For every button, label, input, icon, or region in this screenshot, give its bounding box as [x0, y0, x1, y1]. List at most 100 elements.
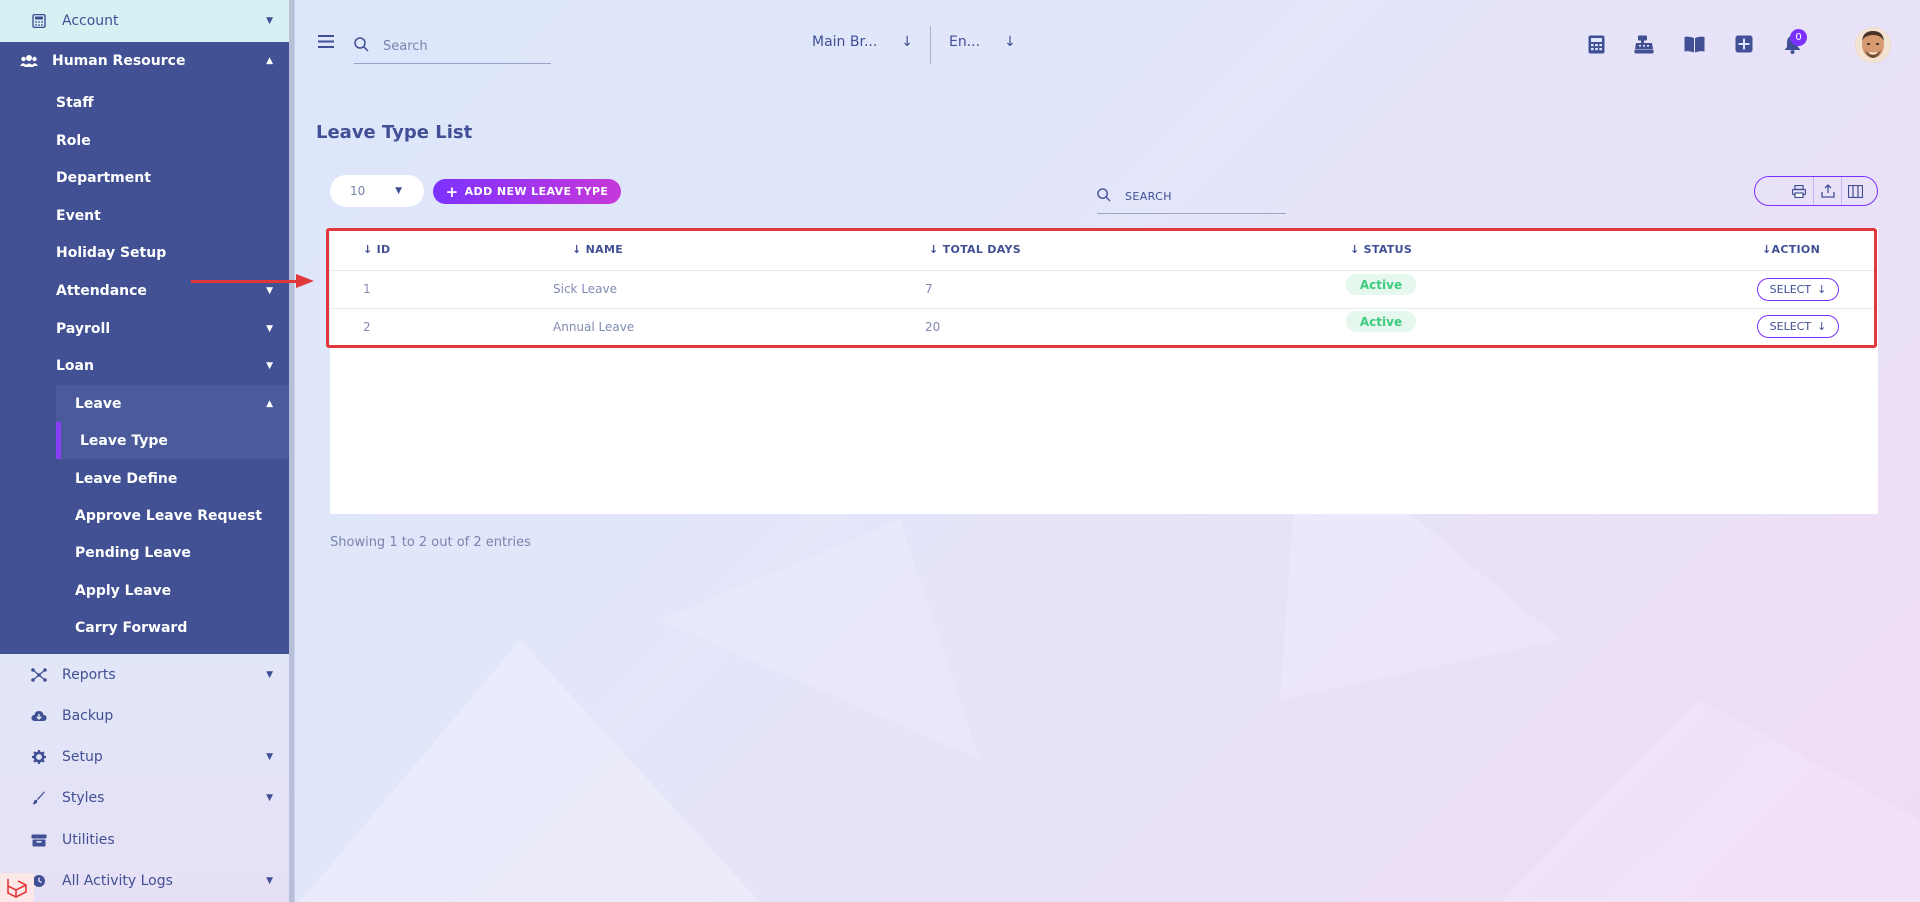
caret-down-icon: ▼ — [395, 186, 402, 196]
add-button-label: ADD NEW LEAVE TYPE — [464, 185, 609, 198]
gear-icon — [30, 748, 48, 766]
per-page-select[interactable]: 10 ▼ — [330, 175, 424, 207]
sidebar-scrollbar[interactable] — [289, 0, 294, 902]
sidebar-item-label: Leave Type — [80, 432, 168, 449]
search-icon — [354, 37, 369, 56]
sidebar-item-pending-leave[interactable]: Pending Leave — [0, 534, 294, 571]
entries-info: Showing 1 to 2 out of 2 entries — [330, 535, 531, 550]
sidebar: Account ▼ Human Resource ▲ Staff Role De… — [0, 0, 295, 902]
sidebar-item-reports[interactable]: Reports ▼ — [0, 656, 294, 694]
sidebar-item-leave[interactable]: Leave ▲ — [56, 385, 294, 422]
notification-badge: 0 — [1790, 29, 1807, 46]
sidebar-item-label: Setup — [62, 749, 103, 765]
search-icon — [1097, 187, 1111, 206]
caret-down-icon: ▼ — [266, 876, 273, 886]
caret-down-icon: ▼ — [266, 16, 273, 26]
caret-down-icon: ▼ — [266, 285, 273, 296]
box-icon — [30, 831, 48, 849]
sidebar-item-all-activity-logs[interactable]: All Activity Logs ▼ — [0, 862, 294, 900]
branch-select[interactable]: Main Br... ↓ — [812, 34, 913, 50]
upload-icon — [1820, 184, 1835, 198]
caret-down-icon: ▼ — [266, 793, 273, 803]
highlight-box — [326, 228, 1877, 348]
sidebar-item-label: Apply Leave — [75, 582, 172, 599]
sidebar-item-label: Utilities — [62, 832, 115, 848]
search-input[interactable] — [383, 39, 543, 54]
sidebar-item-label: Department — [56, 169, 151, 186]
sidebar-item-label: Role — [56, 132, 91, 149]
sidebar-item-leave-define[interactable]: Leave Define — [0, 460, 294, 497]
page-title: Leave Type List — [316, 122, 473, 143]
sidebar-item-label: Reports — [62, 667, 116, 683]
sidebar-item-setup[interactable]: Setup ▼ — [0, 738, 294, 776]
branch-value: Main Br... — [812, 34, 878, 50]
sidebar-item-label: Leave Define — [75, 470, 178, 487]
reports-icon — [30, 666, 48, 684]
sidebar-item-loan[interactable]: Loan ▼ — [0, 347, 294, 384]
caret-down-icon: ▼ — [266, 323, 273, 334]
menu-toggle-icon[interactable] — [317, 32, 335, 50]
sidebar-item-label: Pending Leave — [75, 544, 191, 561]
sidebar-item-account[interactable]: Account ▼ — [0, 2, 294, 40]
columns-button[interactable] — [1841, 177, 1869, 205]
sidebar-item-human-resource[interactable]: Human Resource ▲ — [0, 42, 294, 80]
sidebar-item-leave-type[interactable]: Leave Type — [56, 422, 294, 459]
caret-up-icon: ▲ — [266, 398, 273, 409]
sidebar-item-utilities[interactable]: Utilities — [0, 821, 294, 859]
sidebar-item-approve-leave-request[interactable]: Approve Leave Request — [0, 497, 294, 534]
calculator-icon — [30, 12, 48, 30]
sidebar-item-holiday-setup[interactable]: Holiday Setup — [0, 234, 294, 271]
table-search — [1097, 180, 1286, 214]
sidebar-item-label: Payroll — [56, 320, 111, 337]
plus-square-icon[interactable] — [1732, 33, 1756, 55]
caret-up-icon: ▲ — [266, 56, 273, 66]
language-value: En... — [949, 34, 981, 50]
language-select[interactable]: En... ↓ — [949, 34, 1016, 50]
arrow-down-icon: ↓ — [1004, 34, 1016, 50]
sidebar-item-label: Loan — [56, 357, 94, 374]
sidebar-item-department[interactable]: Department — [0, 159, 294, 196]
cash-register-icon[interactable] — [1632, 33, 1656, 55]
caret-down-icon: ▼ — [266, 752, 273, 762]
sidebar-item-label: Leave — [75, 395, 122, 412]
sidebar-item-apply-leave[interactable]: Apply Leave — [0, 572, 294, 609]
sidebar-item-payroll[interactable]: Payroll ▼ — [0, 310, 294, 347]
arrow-down-icon: ↓ — [901, 34, 914, 50]
caret-down-icon: ▼ — [266, 670, 273, 680]
sidebar-item-label: Holiday Setup — [56, 244, 167, 261]
sidebar-item-label: All Activity Logs — [62, 873, 173, 889]
sidebar-item-label: Account — [62, 13, 119, 29]
sidebar-item-attendance[interactable]: Attendance ▼ — [0, 272, 294, 309]
per-page-value: 10 — [350, 184, 366, 198]
sidebar-item-styles[interactable]: Styles ▼ — [0, 779, 294, 817]
brush-icon — [30, 789, 48, 807]
plus-icon: + — [445, 182, 459, 201]
columns-icon — [1848, 184, 1863, 198]
book-icon[interactable] — [1682, 33, 1706, 55]
add-new-leave-type-button[interactable]: + ADD NEW LEAVE TYPE — [433, 179, 621, 204]
annotation-arrow-head — [296, 274, 314, 288]
header-search — [354, 30, 551, 64]
sidebar-item-role[interactable]: Role — [0, 122, 294, 159]
caret-down-icon: ▼ — [266, 360, 273, 371]
sidebar-item-label: Styles — [62, 790, 105, 806]
annotation-arrow — [191, 280, 299, 283]
export-button[interactable] — [1813, 177, 1841, 205]
sidebar-item-label: Staff — [56, 94, 94, 111]
laravel-logo-icon — [0, 873, 34, 902]
sidebar-item-event[interactable]: Event — [0, 197, 294, 234]
header-divider — [930, 26, 931, 64]
table-tools — [1754, 176, 1878, 206]
sidebar-item-backup[interactable]: Backup — [0, 697, 294, 735]
sidebar-item-label: Carry Forward — [75, 619, 188, 636]
print-icon — [1792, 184, 1806, 198]
print-button[interactable] — [1785, 177, 1813, 205]
users-icon — [20, 52, 38, 70]
sidebar-item-label: Approve Leave Request — [75, 507, 263, 524]
cloud-icon — [30, 707, 48, 725]
avatar[interactable] — [1855, 27, 1891, 63]
table-search-input[interactable] — [1125, 190, 1275, 203]
calculator-icon[interactable] — [1584, 33, 1608, 55]
sidebar-item-staff[interactable]: Staff — [0, 84, 294, 121]
sidebar-item-carry-forward[interactable]: Carry Forward — [0, 609, 294, 646]
